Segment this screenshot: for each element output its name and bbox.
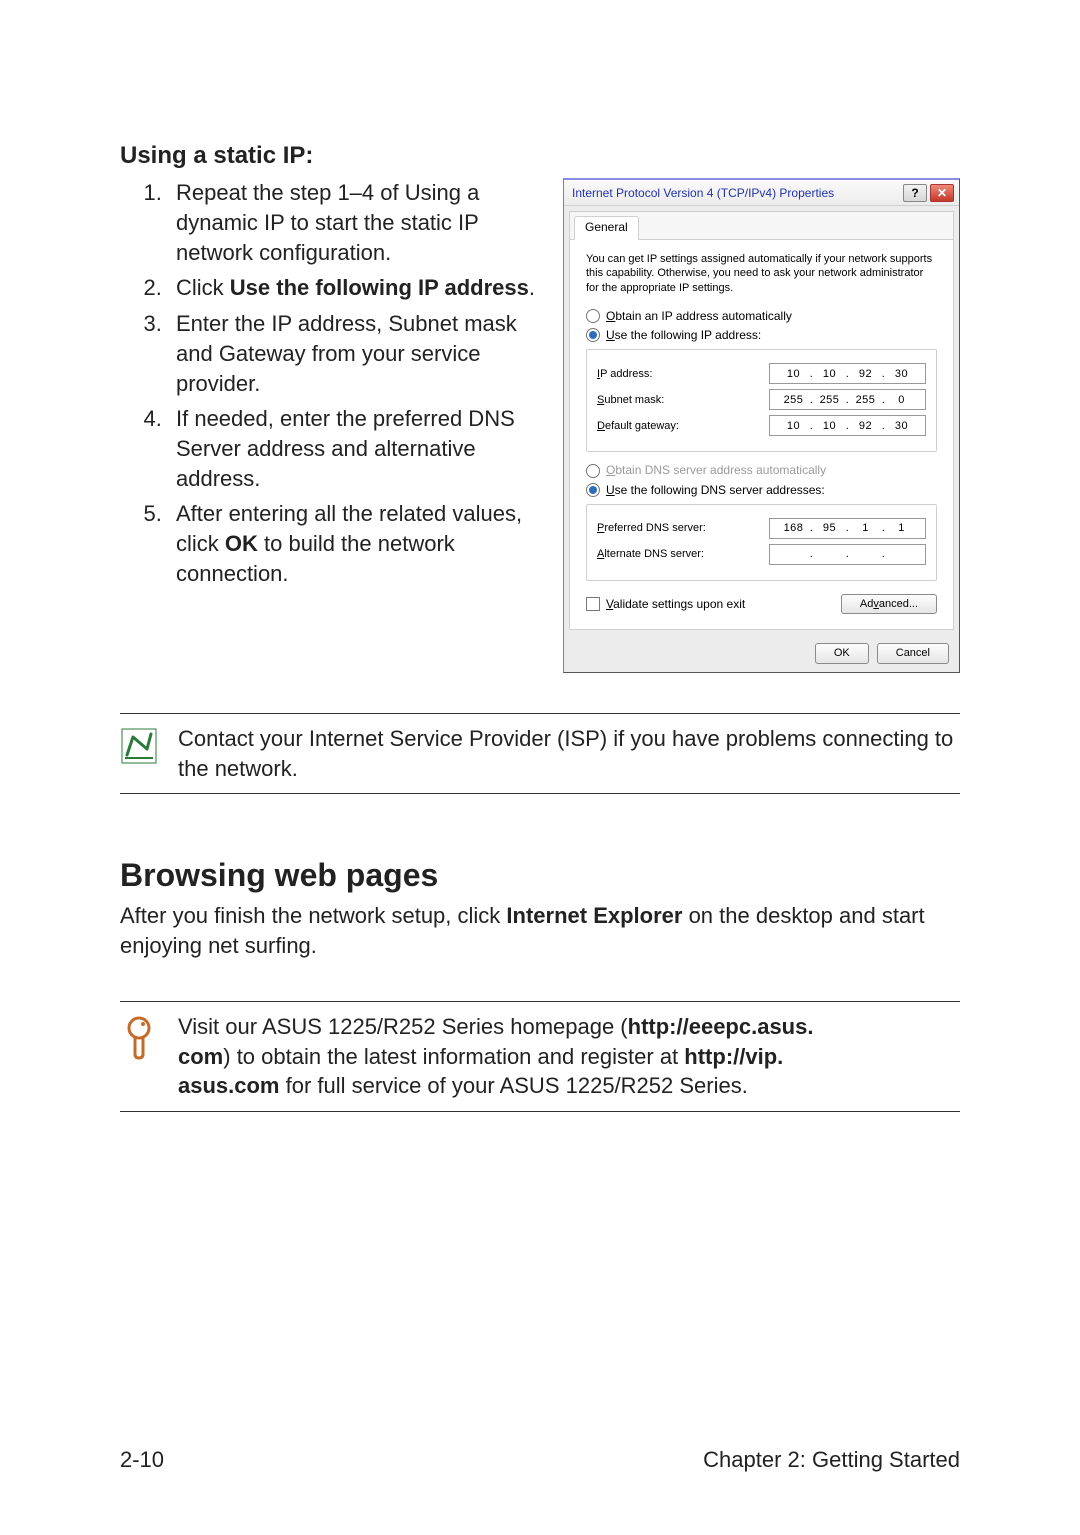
radio-dns-auto bbox=[586, 464, 600, 478]
step-1: Repeat the step 1–4 of Using a dynamic I… bbox=[168, 178, 541, 267]
tcpip-properties-dialog: Internet Protocol Version 4 (TCP/IPv4) P… bbox=[563, 178, 960, 673]
page-number: 2-10 bbox=[120, 1445, 164, 1475]
step-3: Enter the IP address, Subnet mask and Ga… bbox=[168, 309, 541, 398]
ip-group: IP address: 10. 10. 92. 30 Subnet mask: bbox=[586, 349, 937, 452]
radio-dns-auto-row: Obtain DNS server address automatically bbox=[586, 462, 937, 478]
cancel-button[interactable]: Cancel bbox=[877, 643, 949, 664]
gateway-label: Default gateway: bbox=[597, 419, 747, 434]
alternate-dns-input[interactable]: . . . bbox=[769, 544, 926, 565]
gateway-input[interactable]: 10. 10. 92. 30 bbox=[769, 415, 926, 436]
close-button[interactable]: ✕ bbox=[930, 184, 954, 202]
ip-address-input[interactable]: 10. 10. 92. 30 bbox=[769, 363, 926, 384]
validate-checkbox[interactable] bbox=[586, 597, 600, 611]
steps-list: Repeat the step 1–4 of Using a dynamic I… bbox=[120, 178, 541, 594]
radio-ip-use-row[interactable]: Use the following IP address: bbox=[586, 327, 937, 343]
help-button[interactable]: ? bbox=[903, 184, 927, 202]
dialog-title: Internet Protocol Version 4 (TCP/IPv4) P… bbox=[572, 185, 834, 201]
step-2: Click Use the following IP address. bbox=[168, 273, 541, 303]
preferred-dns-label: Preferred DNS server: bbox=[597, 521, 747, 536]
heading-browsing: Browsing web pages bbox=[120, 854, 960, 897]
page-footer: 2-10 Chapter 2: Getting Started bbox=[120, 1445, 960, 1475]
browsing-paragraph: After you finish the network setup, clic… bbox=[120, 901, 960, 960]
step-text: Repeat the step 1–4 of Using a dynamic I… bbox=[176, 180, 479, 264]
ip-address-label: IP address: bbox=[597, 367, 747, 382]
tab-strip: General bbox=[570, 212, 953, 239]
dialog-intro-text: You can get IP settings assigned automat… bbox=[586, 252, 937, 297]
ok-button[interactable]: OK bbox=[815, 643, 869, 664]
subheading-static-ip: Using a static IP: bbox=[120, 140, 960, 172]
radio-dns-use[interactable] bbox=[586, 483, 600, 497]
subnet-mask-input[interactable]: 255. 255. 255. 0 bbox=[769, 389, 926, 410]
note-text: Contact your Internet Service Provider (… bbox=[178, 724, 960, 783]
tab-general[interactable]: General bbox=[574, 216, 639, 239]
tip-text: Visit our ASUS 1225/R252 Series homepage… bbox=[178, 1012, 960, 1101]
chapter-label: Chapter 2: Getting Started bbox=[703, 1445, 960, 1475]
radio-ip-use[interactable] bbox=[586, 328, 600, 342]
subnet-mask-label: Subnet mask: bbox=[597, 393, 747, 408]
dns-group: Preferred DNS server: 168. 95. 1. 1 Alte… bbox=[586, 504, 937, 581]
radio-dns-use-row[interactable]: Use the following DNS server addresses: bbox=[586, 482, 937, 498]
dialog-titlebar: Internet Protocol Version 4 (TCP/IPv4) P… bbox=[564, 180, 959, 206]
validate-checkbox-row[interactable]: Validate settings upon exit bbox=[586, 596, 745, 612]
note-isp-block: Contact your Internet Service Provider (… bbox=[120, 713, 960, 794]
note-icon bbox=[120, 724, 158, 783]
step-5: After entering all the related values, c… bbox=[168, 499, 541, 588]
radio-ip-auto[interactable] bbox=[586, 309, 600, 323]
preferred-dns-input[interactable]: 168. 95. 1. 1 bbox=[769, 518, 926, 539]
alternate-dns-label: Alternate DNS server: bbox=[597, 547, 747, 562]
step-4: If needed, enter the preferred DNS Serve… bbox=[168, 404, 541, 493]
advanced-button[interactable]: Advanced... bbox=[841, 594, 937, 615]
tip-asus-block: Visit our ASUS 1225/R252 Series homepage… bbox=[120, 1001, 960, 1112]
radio-ip-auto-row[interactable]: Obtain an IP address automatically bbox=[586, 308, 937, 324]
tip-icon bbox=[120, 1012, 158, 1101]
